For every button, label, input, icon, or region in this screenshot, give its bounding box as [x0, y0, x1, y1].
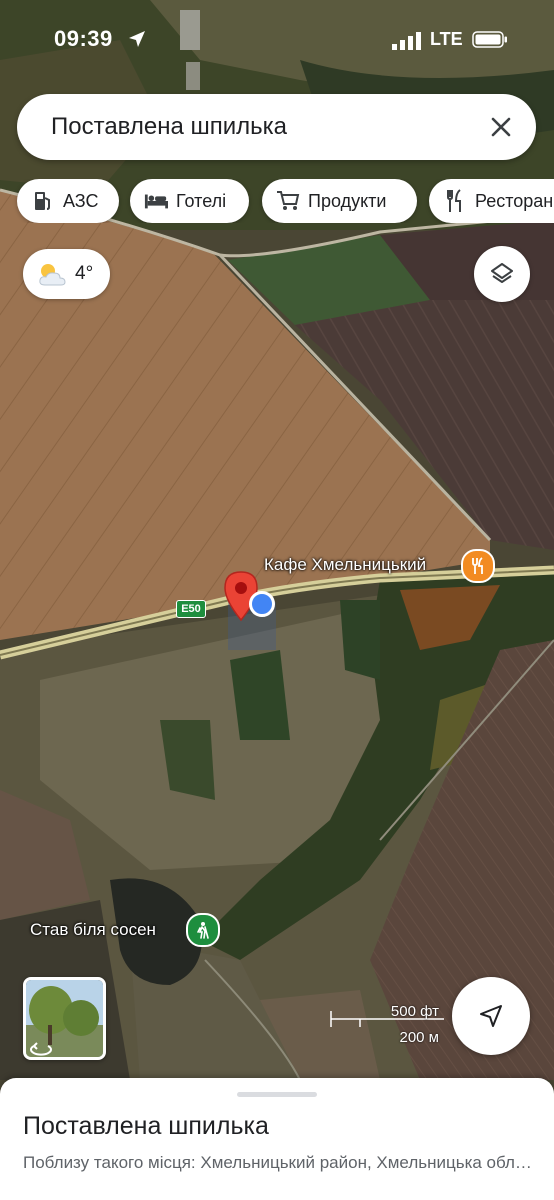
partly-cloudy-icon [39, 264, 66, 286]
chip-label: Продукти [308, 190, 387, 211]
navigation-arrow-icon [480, 1005, 502, 1027]
network-type: LTE [430, 29, 463, 49]
location-arrow-icon [129, 31, 145, 47]
weather-badge[interactable]: 4° [23, 249, 110, 299]
chip-restaurants[interactable]: Ресторани [429, 179, 554, 223]
street-view-image [26, 980, 103, 1057]
chip-label: Ресторани [475, 190, 554, 211]
status-bar: 09:39 LTE [0, 26, 554, 56]
street-view-thumbnail[interactable] [23, 977, 106, 1060]
chip-gas-stations[interactable]: АЗС [17, 179, 119, 223]
status-time: 09:39 [54, 26, 113, 51]
poi-cafe-marker[interactable] [461, 549, 495, 583]
poi-pond-marker[interactable] [186, 913, 220, 947]
close-button[interactable] [486, 112, 516, 142]
category-chips: АЗС Готелі Продукти Ресторани [0, 179, 554, 223]
gas-station-icon [35, 192, 50, 210]
scale-meters: 200 м [399, 1029, 439, 1046]
current-location-dot[interactable] [249, 591, 275, 617]
poi-label-pond[interactable]: Став біля сосен [30, 920, 156, 940]
map-scale: 500 фт 200 м [330, 1003, 445, 1047]
my-location-button[interactable] [452, 977, 530, 1055]
chip-groceries[interactable]: Продукти [262, 179, 417, 223]
road-label: E50 [176, 600, 206, 618]
bottom-sheet[interactable]: Поставлена шпилька Поблизу такого місця:… [0, 1078, 554, 1200]
restaurant-icon [472, 557, 483, 574]
restaurant-icon [447, 189, 461, 212]
place-title: Поставлена шпилька [23, 1112, 269, 1140]
close-icon [491, 117, 511, 137]
bed-icon [144, 194, 168, 209]
layers-icon [491, 263, 513, 283]
scale-feet: 500 фт [390, 1003, 439, 1020]
chip-label: АЗС [63, 190, 99, 211]
layers-button[interactable] [474, 246, 530, 302]
chip-hotels[interactable]: Готелі [130, 179, 249, 223]
chip-label: Готелі [176, 190, 227, 211]
hiking-icon [197, 922, 209, 939]
shopping-cart-icon [277, 191, 300, 210]
search-query[interactable]: Поставлена шпилька [51, 113, 287, 141]
place-subtitle: Поблизу такого місця: Хмельницький район… [23, 1153, 533, 1172]
battery-icon [472, 31, 507, 48]
poi-label-cafe[interactable]: Кафе Хмельницький [264, 555, 426, 575]
weather-temp: 4° [75, 263, 94, 284]
cellular-signal-icon [392, 32, 421, 50]
search-bar[interactable]: Поставлена шпилька [17, 94, 536, 160]
sheet-drag-handle[interactable] [237, 1092, 317, 1097]
